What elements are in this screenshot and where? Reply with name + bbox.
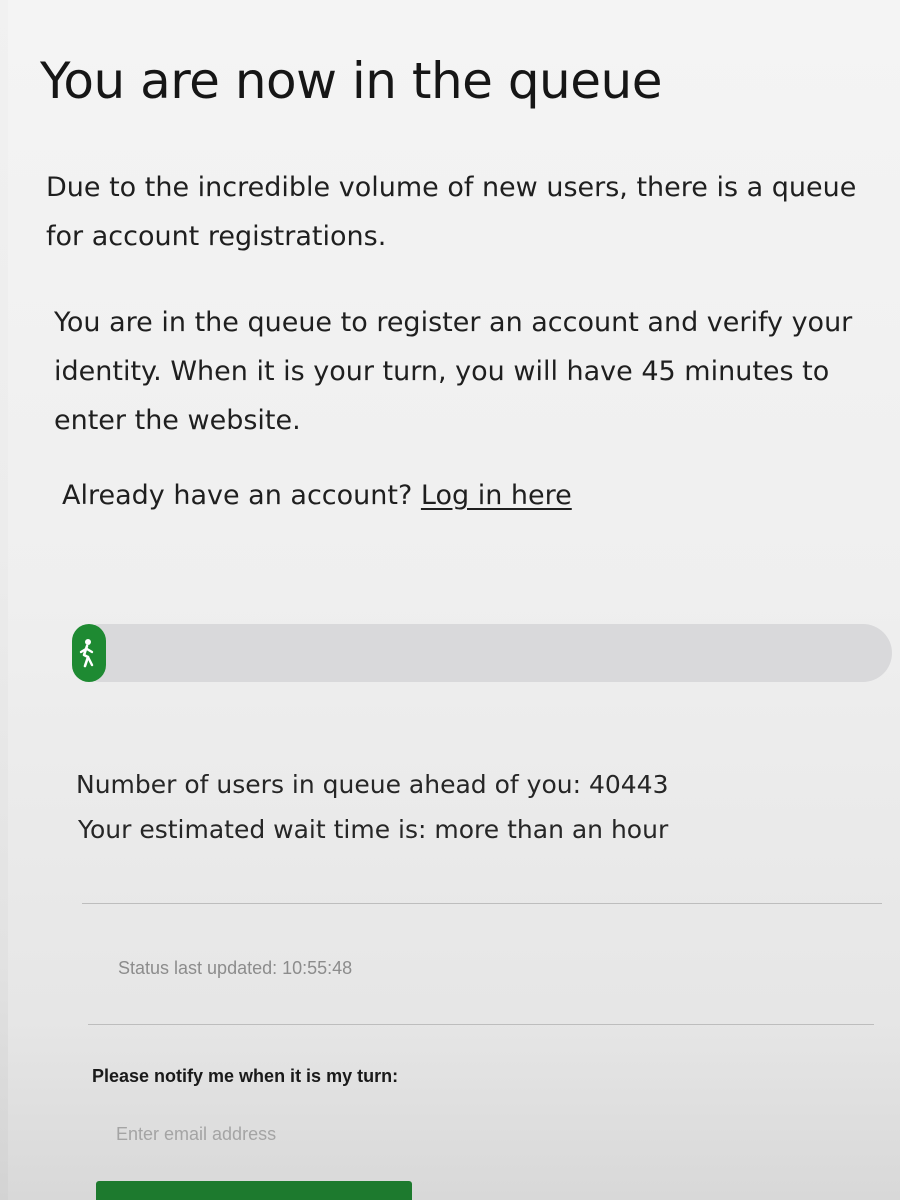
divider bbox=[88, 1024, 874, 1025]
users-ahead-line: Number of users in queue ahead of you: 4… bbox=[76, 770, 669, 799]
queue-explanation-paragraph: You are in the queue to register an acco… bbox=[54, 307, 853, 436]
status-last-updated: Status last updated: 10:55:48 bbox=[118, 958, 352, 979]
queue-progress-bar bbox=[72, 624, 892, 682]
email-field[interactable] bbox=[106, 1116, 726, 1152]
users-ahead-label: Number of users in queue ahead of you: bbox=[76, 770, 582, 799]
login-link[interactable]: Log in here bbox=[421, 480, 572, 511]
divider bbox=[82, 903, 882, 904]
notify-label: Please notify me when it is my turn: bbox=[92, 1066, 399, 1086]
queue-progress-fill bbox=[72, 624, 106, 682]
intro-paragraph: Due to the incredible volume of new user… bbox=[46, 172, 857, 252]
login-prompt-text: Already have an account? bbox=[62, 480, 413, 511]
wait-time-value: more than an hour bbox=[434, 815, 669, 844]
users-ahead-count: 40443 bbox=[588, 770, 669, 799]
wait-time-label: Your estimated wait time is: bbox=[78, 815, 427, 844]
login-prompt-line: Already have an account? Log in here bbox=[62, 480, 572, 511]
notify-submit-button[interactable] bbox=[96, 1181, 412, 1200]
status-updated-label: Status last updated: bbox=[118, 958, 278, 978]
wait-time-line: Your estimated wait time is: more than a… bbox=[78, 815, 668, 844]
walking-person-icon bbox=[79, 639, 94, 668]
page: You are now in the queue Due to the incr… bbox=[0, 0, 900, 1200]
page-title: You are now in the queue bbox=[40, 52, 662, 110]
status-updated-time: 10:55:48 bbox=[282, 958, 353, 978]
